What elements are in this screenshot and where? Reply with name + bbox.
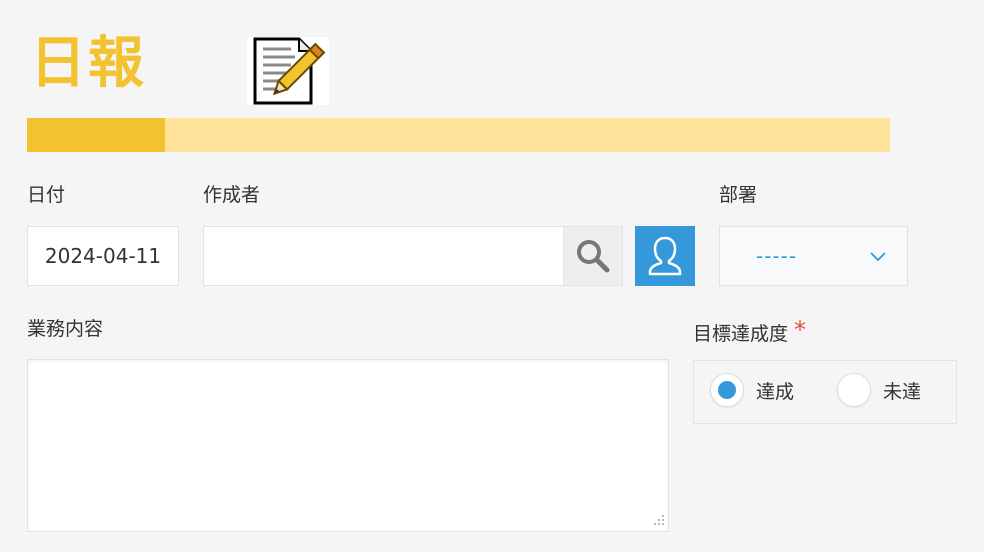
radio-not-achieved[interactable]: 未達 [837,373,921,407]
author-select-user-button[interactable] [635,226,695,286]
author-search-button[interactable] [563,226,623,286]
search-icon [577,240,610,273]
radio-selected-dot [718,381,736,399]
achievement-label: 目標達成度 [693,323,789,345]
date-label: 日付 [27,184,66,206]
progress-bar [27,118,890,152]
date-field[interactable]: 2024-04-11 [27,226,179,286]
department-selected-value: ----- [756,244,798,268]
radio-label: 達成 [756,380,795,403]
radio-achieved[interactable]: 達成 [710,373,794,407]
work-content-textarea[interactable] [27,359,669,532]
author-input[interactable] [203,226,563,286]
author-label: 作成者 [203,184,261,206]
radio-button[interactable] [710,373,744,407]
department-label: 部署 [719,184,758,206]
progress-bar-fill [27,118,166,152]
memo-icon [247,37,329,105]
radio-button[interactable] [837,373,871,407]
department-select[interactable]: ----- [719,226,908,286]
achievement-label-row: 目標達成度 * [693,318,806,345]
resize-grip-icon[interactable] [651,514,665,528]
user-icon [648,236,682,276]
required-mark: * [794,316,807,344]
achievement-radio-group: 達成 未達 [693,360,957,424]
radio-label: 未達 [883,380,922,403]
work-label: 業務内容 [27,318,104,340]
chevron-down-icon [870,252,886,262]
page-title: 日報 [30,31,146,96]
